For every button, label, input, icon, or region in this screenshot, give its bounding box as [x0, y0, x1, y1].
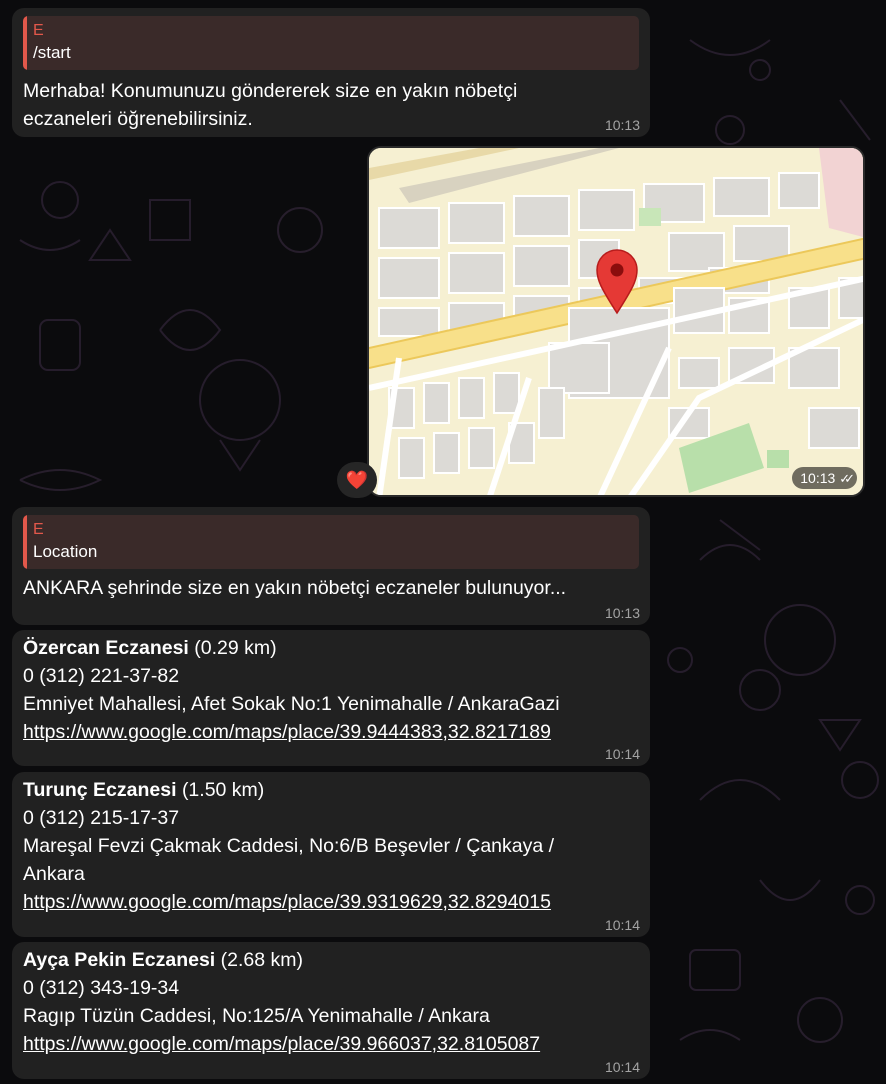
reply-text: /start	[33, 43, 71, 62]
pharmacy-phone: 0 (312) 221-37-82	[23, 665, 180, 687]
pharmacy-phone: 0 (312) 343-19-34	[23, 977, 180, 999]
heart-reaction[interactable]: ❤️	[337, 462, 377, 498]
reply-preview[interactable]: E Location	[23, 515, 639, 569]
pharmacy-map-link[interactable]: https://www.google.com/maps/place/39.931…	[23, 888, 639, 916]
heart-icon: ❤️	[345, 469, 369, 490]
message-bubble-welcome[interactable]: E /start Merhaba! Konumunuzu göndererek …	[12, 8, 650, 137]
pharmacy-distance: (2.68 km)	[220, 949, 304, 971]
pharmacy-message[interactable]: Turunç Eczanesi (1.50 km) 0 (312) 215-17…	[12, 772, 650, 937]
pharmacy-name: Turunç Eczanesi	[23, 779, 177, 801]
pharmacy-address: Mareşal Fevzi Çakmak Caddesi, No:6/B Beş…	[23, 835, 555, 885]
pharmacy-message[interactable]: Özercan Eczanesi (0.29 km) 0 (312) 221-3…	[12, 630, 650, 766]
pharmacy-phone: 0 (312) 215-17-37	[23, 807, 180, 829]
message-text: ANKARA şehrinde size en yakın nöbetçi ec…	[23, 577, 567, 599]
pharmacy-distance: (0.29 km)	[194, 637, 277, 659]
message-time-badge: 10:13 ✓✓	[792, 467, 857, 489]
message-text: Merhaba! Konumunuzu göndererek size en y…	[23, 80, 518, 130]
pharmacy-name: Ayça Pekin Eczanesi	[23, 949, 216, 971]
location-map-message[interactable]: 10:13 ✓✓	[367, 146, 865, 497]
reply-preview[interactable]: E /start	[23, 16, 639, 70]
reply-sender-name: E	[33, 521, 44, 538]
message-time: 10:14	[604, 917, 640, 933]
pharmacy-title: Özercan Eczanesi (0.29 km)	[23, 634, 639, 662]
reply-text: Location	[33, 542, 98, 561]
pharmacy-map-link[interactable]: https://www.google.com/maps/place/39.944…	[23, 718, 639, 746]
pharmacy-map-link[interactable]: https://www.google.com/maps/place/39.966…	[23, 1030, 639, 1058]
reply-sender-name: E	[33, 22, 44, 39]
message-time: 10:13	[800, 470, 836, 486]
pharmacy-message[interactable]: Ayça Pekin Eczanesi (2.68 km) 0 (312) 34…	[12, 942, 650, 1079]
message-time: 10:13	[604, 605, 640, 621]
message-time: 10:14	[604, 746, 640, 762]
pharmacy-title: Turunç Eczanesi (1.50 km)	[23, 776, 639, 804]
pharmacy-address: Ragıp Tüzün Caddesi, No:125/A Yenimahall…	[23, 1005, 490, 1027]
double-check-read-icon: ✓✓	[839, 471, 855, 486]
pharmacy-distance: (1.50 km)	[181, 779, 265, 801]
message-time: 10:14	[604, 1059, 640, 1075]
message-bubble-searching[interactable]: E Location ANKARA şehrinde size en yakın…	[12, 507, 650, 625]
pharmacy-address: Emniyet Mahallesi, Afet Sokak No:1 Yenim…	[23, 693, 560, 715]
map-image	[369, 148, 863, 495]
pharmacy-name: Özercan Eczanesi	[23, 637, 189, 659]
pharmacy-title: Ayça Pekin Eczanesi (2.68 km)	[23, 946, 639, 974]
message-time: 10:13	[604, 117, 640, 133]
